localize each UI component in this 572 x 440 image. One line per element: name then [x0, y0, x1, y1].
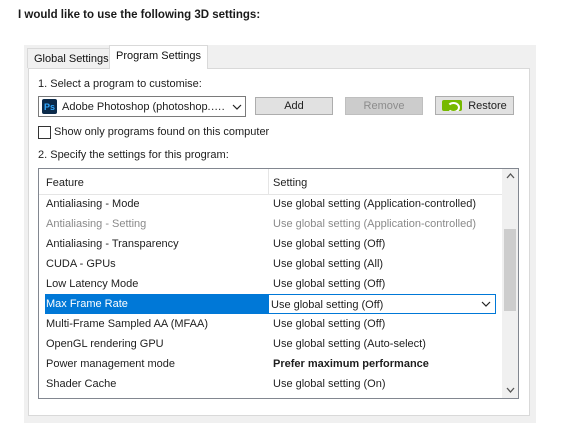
restore-button[interactable]: Restore: [435, 96, 514, 115]
feature-cell: Antialiasing - Transparency: [46, 238, 179, 250]
chevron-down-icon: [229, 101, 245, 113]
tab-program-settings[interactable]: Program Settings: [109, 45, 208, 69]
show-only-programs-checkbox[interactable]: [38, 126, 51, 139]
table-row[interactable]: Antialiasing - Mode Use global setting (…: [39, 194, 502, 214]
table-row[interactable]: Power management mode Prefer maximum per…: [39, 354, 502, 374]
setting-cell: Use global setting (Off): [273, 238, 386, 250]
setting-cell: Use global setting (Auto-select): [273, 338, 426, 350]
setting-dropdown[interactable]: Use global setting (Off): [268, 294, 496, 314]
nvidia-icon: [442, 100, 463, 111]
scroll-down-icon[interactable]: [502, 385, 518, 396]
table-row[interactable]: Low Latency Mode Use global setting (Off…: [39, 274, 502, 294]
vertical-scrollbar[interactable]: [502, 169, 518, 398]
photoshop-icon: Ps: [42, 99, 57, 114]
setting-cell: Use global setting (On): [273, 378, 386, 390]
scrollbar-thumb[interactable]: [504, 229, 516, 311]
remove-button[interactable]: Remove: [345, 97, 423, 115]
setting-column-header[interactable]: Setting: [273, 177, 307, 189]
program-select[interactable]: Ps Adobe Photoshop (photoshop.….: [38, 96, 246, 117]
add-button[interactable]: Add: [255, 97, 333, 115]
show-only-programs-label[interactable]: Show only programs found on this compute…: [54, 126, 269, 138]
setting-cell: Use global setting (All): [273, 258, 384, 270]
table-row[interactable]: Antialiasing - Setting Use global settin…: [39, 214, 502, 234]
feature-cell: Power management mode: [46, 358, 176, 370]
restore-button-label: Restore: [468, 99, 507, 112]
setting-cell: Use global setting (Application-controll…: [273, 198, 476, 210]
feature-cell: Antialiasing - Setting: [46, 218, 147, 230]
program-select-value: Adobe Photoshop (photoshop.….: [62, 100, 225, 113]
setting-cell: Use global setting (Off): [273, 278, 386, 290]
feature-cell: Low Latency Mode: [46, 278, 139, 290]
feature-cell: OpenGL rendering GPU: [46, 338, 164, 350]
chevron-down-icon: [481, 298, 491, 310]
step1-label: 1. Select a program to customise:: [38, 78, 202, 90]
table-row[interactable]: OpenGL rendering GPU Use global setting …: [39, 334, 502, 354]
table-row-selected[interactable]: Max Frame Rate Use global setting (Off): [39, 294, 502, 314]
settings-list: Feature Setting Antialiasing - Mode Use …: [38, 168, 519, 399]
setting-dropdown-value: Use global setting (Off): [271, 299, 384, 311]
feature-cell: Multi-Frame Sampled AA (MFAA): [46, 318, 208, 330]
setting-cell: Prefer maximum performance: [273, 358, 429, 370]
feature-cell: Max Frame Rate: [45, 294, 268, 314]
table-row[interactable]: Shader Cache Use global setting (On): [39, 374, 502, 394]
feature-column-header[interactable]: Feature: [46, 177, 84, 189]
scroll-up-icon[interactable]: [502, 171, 518, 182]
feature-cell: CUDA - GPUs: [46, 258, 116, 270]
setting-cell: Use global setting (Application-controll…: [273, 218, 476, 230]
table-row[interactable]: Multi-Frame Sampled AA (MFAA) Use global…: [39, 314, 502, 334]
tab-global-settings[interactable]: Global Settings: [27, 48, 116, 68]
page-heading: I would like to use the following 3D set…: [18, 9, 261, 21]
step2-label: 2. Specify the settings for this program…: [38, 149, 229, 161]
table-row[interactable]: Antialiasing - Transparency Use global s…: [39, 234, 502, 254]
feature-cell: Antialiasing - Mode: [46, 198, 140, 210]
setting-cell: Use global setting (Off): [273, 318, 386, 330]
column-divider[interactable]: [268, 169, 269, 194]
list-header: Feature Setting: [39, 169, 502, 195]
feature-cell: Shader Cache: [46, 378, 117, 390]
table-row[interactable]: CUDA - GPUs Use global setting (All): [39, 254, 502, 274]
